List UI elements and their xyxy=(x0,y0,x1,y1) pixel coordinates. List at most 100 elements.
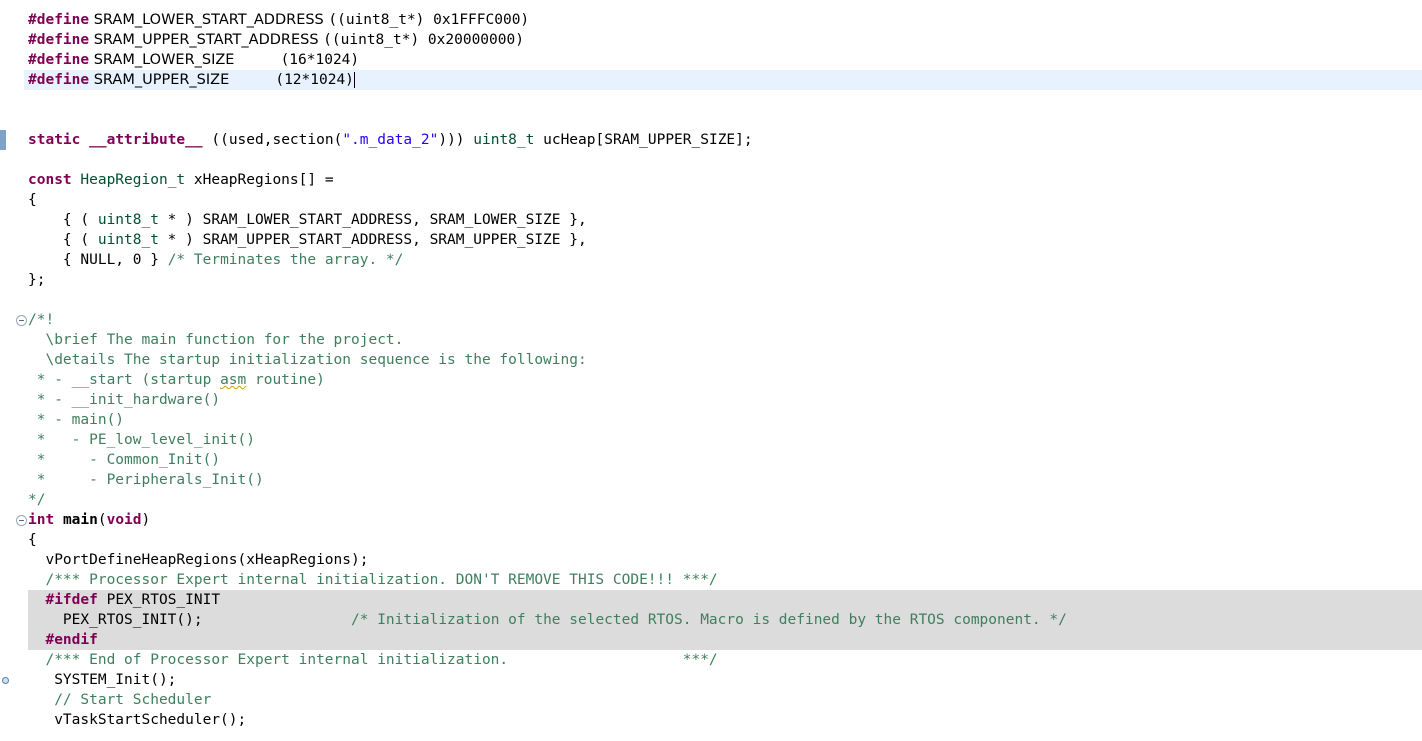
code-line[interactable]: #define SRAM_LOWER_SIZE (16*1024) xyxy=(28,50,1422,70)
code-token: SYSTEM_Init(); xyxy=(28,672,177,688)
code-token: ".m_data_2" xyxy=(342,132,439,148)
code-line[interactable] xyxy=(28,290,1422,310)
text-caret xyxy=(353,72,355,88)
code-line[interactable]: #endif xyxy=(28,630,1422,650)
code-line[interactable]: static __attribute__ ((used,section(".m_… xyxy=(28,130,1422,150)
code-line[interactable]: { ( uint8_t * ) SRAM_LOWER_START_ADDRESS… xyxy=(28,210,1422,230)
code-line[interactable]: * - PE_low_level_init() xyxy=(28,430,1422,450)
code-editor[interactable]: #define SRAM_LOWER_START_ADDRESS ((uint8… xyxy=(0,0,1422,741)
code-token: const xyxy=(28,172,72,188)
code-token: SRAM_LOWER_SIZE xyxy=(89,52,281,68)
breakpoint-marker-icon[interactable] xyxy=(2,677,9,684)
code-token: * - Peripherals_Init() xyxy=(28,472,264,488)
code-token: ))) xyxy=(438,132,474,148)
fold-toggle-icon[interactable] xyxy=(16,515,27,526)
code-token: int xyxy=(28,512,55,528)
code-token: uint8_t xyxy=(97,212,159,228)
code-line[interactable]: */ xyxy=(28,490,1422,510)
code-line[interactable]: * - __start (startup asm routine) xyxy=(28,370,1422,390)
code-token: { NULL, 0 } xyxy=(28,252,168,268)
code-token: }; xyxy=(28,272,46,288)
code-line[interactable]: vTaskStartScheduler(); xyxy=(28,710,1422,730)
code-token: routine) xyxy=(246,372,325,388)
code-token: #define xyxy=(28,32,90,48)
code-line[interactable]: * - main() xyxy=(28,410,1422,430)
code-token: ((uint8_t*) 0x1FFFC000) xyxy=(328,12,530,28)
code-token: uint8_t xyxy=(473,132,535,148)
code-line[interactable]: #define SRAM_LOWER_START_ADDRESS ((uint8… xyxy=(28,10,1422,30)
code-line[interactable]: * - Peripherals_Init() xyxy=(28,470,1422,490)
code-line[interactable]: SYSTEM_Init(); xyxy=(28,670,1422,690)
code-token: ((used,section( xyxy=(202,132,343,148)
code-token: \details The startup initialization sequ… xyxy=(28,352,587,368)
code-token: main xyxy=(62,512,98,528)
code-token: * - main() xyxy=(28,412,125,428)
code-token: #endif xyxy=(45,632,98,648)
code-line[interactable]: { NULL, 0 } /* Terminates the array. */ xyxy=(28,250,1422,270)
code-token: { xyxy=(28,192,37,208)
code-line[interactable]: { xyxy=(28,190,1422,210)
code-token: #define xyxy=(28,52,90,68)
code-token: PEX_RTOS_INIT(); xyxy=(28,612,352,628)
code-line[interactable]: * - Common_Init() xyxy=(28,450,1422,470)
code-line[interactable]: int main(void) xyxy=(28,510,1422,530)
code-line[interactable]: /*** Processor Expert internal initializ… xyxy=(28,570,1422,590)
code-token: * - Common_Init() xyxy=(28,452,221,468)
code-token: SRAM_LOWER_START_ADDRESS xyxy=(89,12,329,28)
code-token: /*! xyxy=(28,312,55,328)
code-line[interactable]: PEX_RTOS_INIT(); /* Initialization of th… xyxy=(28,610,1422,630)
code-token: /* Terminates the array. */ xyxy=(167,252,404,268)
code-line[interactable] xyxy=(28,90,1422,110)
code-token: uint8_t xyxy=(97,232,159,248)
code-token: { ( xyxy=(28,212,98,228)
code-line[interactable]: /*! xyxy=(28,310,1422,330)
code-token: ) xyxy=(141,512,151,528)
code-line[interactable]: #define SRAM_UPPER_SIZE (12*1024) xyxy=(24,70,1422,90)
code-token: \brief The main function for the project… xyxy=(28,332,404,348)
code-line[interactable]: vPortDefineHeapRegions(xHeapRegions); xyxy=(28,550,1422,570)
code-token: SRAM_UPPER_SIZE xyxy=(89,72,276,88)
code-token: * - PE_low_level_init() xyxy=(28,432,255,448)
code-line[interactable]: #define SRAM_UPPER_START_ADDRESS ((uint8… xyxy=(28,30,1422,50)
code-token: { ( xyxy=(28,232,98,248)
code-line[interactable]: // Start Scheduler xyxy=(28,690,1422,710)
code-line[interactable]: \details The startup initialization sequ… xyxy=(28,350,1422,370)
code-token: #define xyxy=(28,72,90,88)
code-token: xHeapRegions[] = xyxy=(185,172,334,188)
code-text-area[interactable]: #define SRAM_LOWER_START_ADDRESS ((uint8… xyxy=(24,10,1422,730)
code-token: ((uint8_t*) 0x20000000) xyxy=(323,32,524,48)
code-token: // Start Scheduler xyxy=(28,692,212,708)
code-token: (12*1024) xyxy=(275,72,354,88)
code-token: vTaskStartScheduler(); xyxy=(28,712,247,728)
code-token: { xyxy=(28,532,37,548)
code-token: /* Initialization of the selected RTOS. … xyxy=(351,612,1067,628)
code-token: * - __start (startup xyxy=(28,372,221,388)
code-token: (16*1024) xyxy=(280,52,360,68)
fold-toggle-icon[interactable] xyxy=(16,315,27,326)
code-line[interactable]: /*** End of Processor Expert internal in… xyxy=(28,650,1422,670)
code-token: vPortDefineHeapRegions(xHeapRegions); xyxy=(28,552,369,568)
code-token: void xyxy=(106,512,142,528)
code-line[interactable]: }; xyxy=(28,270,1422,290)
code-line[interactable]: * - __init_hardware() xyxy=(28,390,1422,410)
code-line[interactable] xyxy=(28,150,1422,170)
code-token: /*** End of Processor Expert internal in… xyxy=(28,652,718,668)
code-token: asm xyxy=(220,372,247,388)
code-line[interactable]: { ( uint8_t * ) SRAM_UPPER_START_ADDRESS… xyxy=(28,230,1422,250)
code-token: /*** Processor Expert internal initializ… xyxy=(28,572,718,588)
code-line[interactable]: \brief The main function for the project… xyxy=(28,330,1422,350)
code-line[interactable]: const HeapRegion_t xHeapRegions[] = xyxy=(28,170,1422,190)
code-token: */ xyxy=(28,492,46,508)
code-token: ( xyxy=(97,512,107,528)
code-line[interactable]: #ifdef PEX_RTOS_INIT xyxy=(28,590,1422,610)
code-token: HeapRegion_t xyxy=(80,172,186,188)
code-line[interactable] xyxy=(28,110,1422,130)
code-token: #ifdef xyxy=(45,592,98,608)
change-marker xyxy=(0,130,6,150)
code-line[interactable]: { xyxy=(28,530,1422,550)
editor-gutter xyxy=(0,0,27,741)
